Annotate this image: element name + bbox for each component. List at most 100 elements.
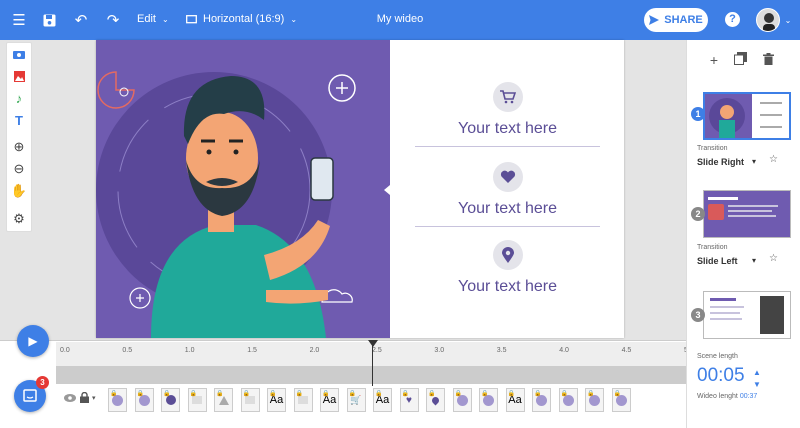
divider [415,146,600,147]
layer-item[interactable]: 🔒 [558,388,578,412]
scene-length-value[interactable]: 00:05 [697,365,745,387]
gear-icon[interactable]: ⚙ [7,209,31,229]
scene-thumbnail[interactable] [703,291,791,339]
help-icon[interactable]: ? [725,12,740,27]
lock-icon[interactable]: 🔒 [269,390,276,397]
image-icon[interactable] [7,66,31,86]
slide-canvas[interactable]: Your text here Your text here Your text … [96,40,624,338]
circle-icon [536,394,547,406]
lock-icon[interactable]: 🔒 [163,390,170,397]
timeline-tick-label: 4.5 [621,347,632,354]
layer-item[interactable]: 🔒 [585,388,604,412]
feature-item[interactable]: Your text here [415,240,600,296]
lock-icon[interactable]: 🔒 [243,390,250,397]
lock-icon[interactable]: 🔒 [322,390,329,397]
layer-item[interactable]: 🔒 Aa [505,388,525,412]
layer-item[interactable]: 🔒 [161,388,180,412]
text-icon[interactable]: T [7,110,31,130]
timeline-tick-label: 3.0 [434,347,445,354]
layer-item[interactable]: 🔒 [611,388,631,412]
lock-icon[interactable]: 🔒 [296,390,303,397]
man-with-phone-illustration [96,71,356,338]
lock-icon[interactable]: 🔒 [216,390,223,397]
lock-icon[interactable]: 🔒 [375,390,382,397]
hand-icon[interactable]: ✋ [7,181,31,201]
layer-item[interactable]: 🔒 [108,388,127,412]
scene-thumbnail[interactable] [703,190,791,238]
chevron-down-icon[interactable]: ▼ [753,380,761,389]
lock-icon[interactable] [80,392,89,403]
heart-icon [492,162,523,192]
scene-number: 2 [691,207,705,221]
scene-thumbnail[interactable] [703,92,791,140]
timeline-tick-label: 4.0 [559,347,569,354]
chevron-up-icon[interactable]: ▲ [753,368,761,377]
layer-item[interactable]: 🔒 Aa [320,388,339,412]
avatar[interactable] [756,8,780,32]
scene-number: 3 [691,308,705,322]
chevron-down-icon[interactable]: ▾ [752,256,756,265]
timeline-tick-label: 1.0 [184,347,195,354]
chevron-down-icon[interactable]: ⌄ [779,11,797,29]
duplicate-icon[interactable] [731,52,749,68]
transition-value[interactable]: Slide Right [697,157,744,167]
playhead[interactable] [372,342,373,386]
timeline-track[interactable] [56,366,686,384]
play-button[interactable]: ▶ [17,325,49,357]
layer-item[interactable]: 🔒 Aa [267,388,286,412]
timeline-tick-label: 3.5 [496,347,507,354]
trash-icon[interactable] [759,52,777,68]
layer-item[interactable]: 🔒 Aa [373,388,392,412]
eye-icon[interactable] [64,394,76,402]
location-pin-icon [492,240,523,270]
chevron-down-icon[interactable]: ▾ [92,394,96,402]
layer-item[interactable]: 🔒 [240,388,260,412]
top-bar: ☰ ↶ ↷ Edit ⌄ Horizontal (16:9) ⌄ My wideo … [0,0,800,40]
illustration-panel [96,40,390,338]
playhead-handle[interactable] [368,340,378,347]
layer-item[interactable]: 🔒 [452,388,472,412]
shape-icon [298,396,308,404]
timeline-tick-label: 2.5 [372,347,382,354]
lock-icon[interactable]: 🔒 [508,390,515,397]
music-icon[interactable]: ♪ [7,88,31,108]
transition-label: Transition [697,145,728,152]
lock-icon[interactable]: 🔒 [190,390,197,397]
layer-item[interactable]: 🔒 [532,388,551,412]
layer-item[interactable]: 🔒 [479,388,498,412]
chevron-down-icon[interactable]: ▾ [752,157,756,166]
zoom-in-icon[interactable]: ⊕ [7,137,31,157]
circle-icon [589,394,600,406]
layer-item[interactable]: 🔒 [293,388,313,412]
layer-item[interactable]: 🔒 🛒 [346,388,366,412]
camera-icon[interactable] [7,44,31,64]
lock-icon[interactable]: 🔒 [402,390,409,397]
add-icon[interactable]: + [705,52,723,68]
feature-text: Your text here [457,200,558,217]
feature-item[interactable]: Your text here [415,162,600,218]
layer-item[interactable]: 🔒 [187,388,207,412]
star-icon[interactable]: ☆ [769,253,778,264]
layer-item[interactable]: 🔒 [214,388,233,412]
layer-item[interactable]: 🔒 ♥ [399,388,419,412]
scenes-sidebar: + 1 Transition Slide Right ▾ ☆ 2 Transit… [686,40,800,340]
layer-item[interactable]: 🔒 [426,388,445,412]
layer-item[interactable]: 🔒 [134,388,154,412]
scene-number: 1 [691,107,705,121]
circle-icon [138,394,150,406]
caret-marker [384,185,390,195]
scene-length-label: Scene length [697,353,738,360]
scene-length-panel: Scene length 00:05 ▲ ▼ Wideo lenght 00:3… [686,340,800,428]
circle-icon [562,394,574,406]
timeline-tick-label: 0.0 [60,347,70,354]
timeline-tick-label: 1.5 [247,347,257,354]
shape-icon [192,396,202,404]
zoom-out-icon[interactable]: ⊖ [7,159,31,179]
transition-value[interactable]: Slide Left [697,256,738,266]
share-button[interactable]: SHARE [644,8,708,32]
shape-icon [245,396,255,404]
transition-label: Transition [697,244,728,251]
feature-item[interactable]: Your text here [415,82,600,138]
lock-icon[interactable]: 🔒 [349,390,356,397]
star-icon[interactable]: ☆ [769,154,778,165]
